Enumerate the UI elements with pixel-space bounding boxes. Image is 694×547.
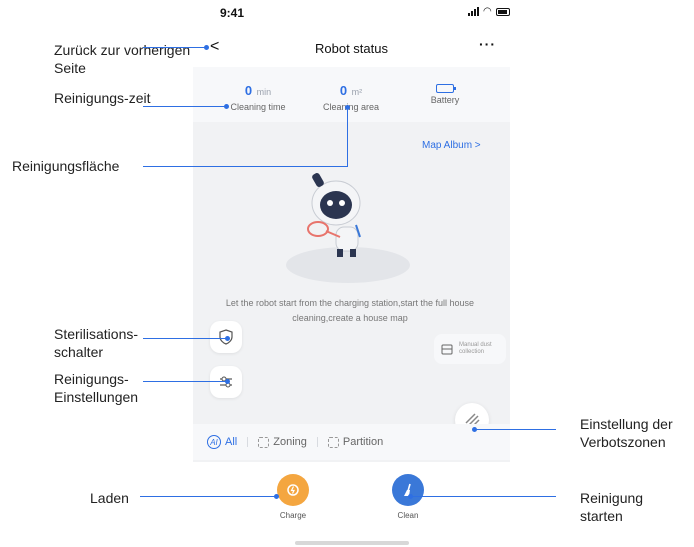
annotation-dot: [225, 336, 230, 341]
partition-icon: [327, 436, 339, 448]
annotation-dot: [204, 45, 209, 50]
status-time: 9:41: [220, 6, 245, 20]
manual-dust-collection-button[interactable]: Manual dust collection: [434, 334, 506, 364]
mode-partition-label: Partition: [342, 436, 384, 448]
cleaning-time-value: 0: [244, 83, 253, 98]
annotation-line: [347, 108, 348, 167]
ai-icon: AI: [207, 435, 221, 449]
annotation-cleaning-time: Reinigungs-zeit: [54, 90, 151, 106]
mode-bar: AI All Zoning Partition: [193, 424, 510, 460]
charge-label: Charge: [279, 511, 307, 520]
annotation-line: [140, 496, 277, 497]
mode-zoning[interactable]: Zoning: [258, 436, 307, 448]
battery-stat: Battery: [400, 82, 490, 105]
annotation-line: [143, 338, 228, 339]
annotation-line: [410, 496, 556, 497]
hint-text: Let the robot start from the charging st…: [225, 298, 475, 323]
annotation-line: [143, 47, 207, 48]
battery-status-icon: [495, 7, 510, 16]
annotation-dot: [225, 379, 230, 384]
cleaning-area-stat: 0 m² Cleaning area: [306, 82, 396, 112]
mode-all[interactable]: AI All: [207, 435, 237, 449]
dust-collection-label: Manual dust collection: [459, 342, 492, 355]
zoning-icon: [258, 436, 270, 448]
status-icons: ◠: [468, 6, 510, 17]
signal-icon: [468, 7, 479, 16]
clean-label: Clean: [397, 511, 419, 520]
cleaning-area-label: Cleaning area: [322, 102, 380, 112]
battery-label: Battery: [430, 95, 460, 105]
wifi-icon: ◠: [483, 6, 492, 17]
charge-button[interactable]: Charge: [263, 474, 323, 520]
annotation-dot: [274, 494, 279, 499]
annotation-clean: Reinigung starten: [580, 490, 644, 524]
robot-illustration: [286, 173, 410, 283]
charge-icon: [277, 474, 309, 506]
map-album-link[interactable]: Map Album >: [422, 140, 481, 151]
annotation-line: [474, 429, 556, 430]
broom-icon: [392, 474, 424, 506]
divider: [316, 437, 318, 447]
cleaning-area-unit: m²: [351, 87, 363, 97]
home-indicator[interactable]: [295, 541, 409, 545]
annotation-cleaning-area: Reinigungsfläche: [12, 158, 120, 174]
annotation-line: [143, 106, 227, 107]
cleaning-time-unit: min: [256, 87, 272, 97]
mode-all-label: All: [225, 436, 238, 448]
page-title: Robot status: [315, 41, 388, 56]
annotation-line: [143, 166, 348, 167]
annotation-dot: [345, 105, 350, 110]
divider: [247, 437, 249, 447]
annotation-dot: [472, 427, 477, 432]
annotation-line: [143, 381, 228, 382]
annotation-charge: Laden: [90, 490, 129, 506]
dust-bin-icon: [441, 344, 453, 355]
annotation-no-go-zones: Einstellung der Verbotszonen: [580, 416, 673, 450]
battery-icon: [436, 84, 456, 93]
cleaning-area-value: 0: [339, 83, 348, 98]
annotation-sterilization: Sterilisations-schalter: [54, 326, 139, 360]
mode-partition[interactable]: Partition: [327, 436, 384, 448]
annotation-cleaning-settings: Reinigungs-Einstellungen: [54, 371, 139, 405]
more-options-button[interactable]: ···: [479, 36, 496, 52]
mode-zoning-label: Zoning: [273, 436, 307, 448]
stats-panel: 0 min Cleaning time 0 m² Cleaning area B…: [193, 67, 510, 122]
annotation-dot: [408, 494, 413, 499]
annotation-dot: [224, 104, 229, 109]
